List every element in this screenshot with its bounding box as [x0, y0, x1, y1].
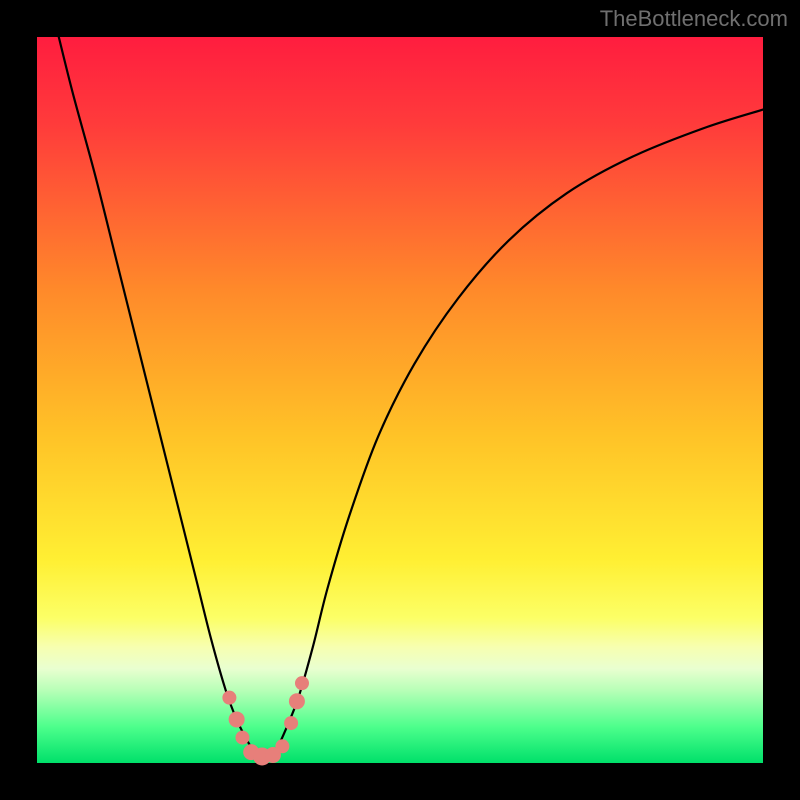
data-marker: [229, 711, 245, 727]
chart-svg: [37, 37, 763, 763]
data-marker: [222, 691, 236, 705]
data-marker: [289, 693, 305, 709]
data-marker: [275, 739, 289, 753]
data-marker: [295, 676, 309, 690]
chart-plot-area: [37, 37, 763, 763]
bottleneck-curve: [59, 37, 763, 757]
data-marker: [235, 731, 249, 745]
data-marker: [284, 716, 298, 730]
watermark-label: TheBottleneck.com: [600, 6, 788, 32]
chart-frame: TheBottleneck.com: [0, 0, 800, 800]
